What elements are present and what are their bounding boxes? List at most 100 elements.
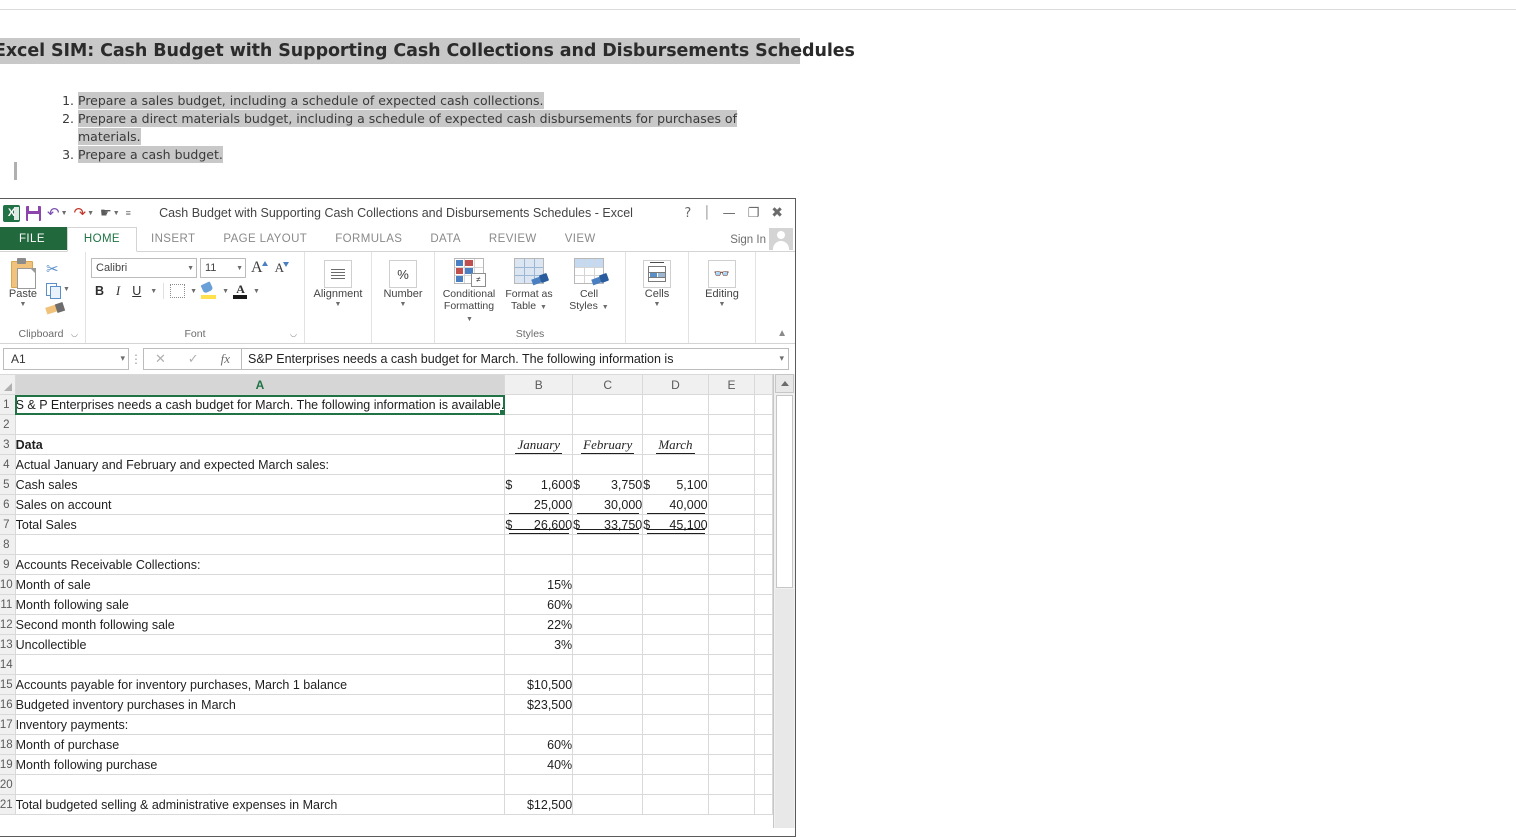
format-painter-button[interactable] bbox=[46, 301, 76, 318]
cell-b20[interactable] bbox=[504, 774, 574, 795]
cell-a5[interactable]: Cash sales bbox=[14, 474, 506, 495]
cell-a8[interactable] bbox=[14, 534, 506, 555]
cell-f8[interactable] bbox=[754, 534, 773, 555]
cell-e2[interactable] bbox=[707, 414, 756, 435]
cell-c12[interactable] bbox=[572, 614, 644, 635]
row-header-12[interactable]: 12 bbox=[0, 614, 16, 635]
cell-a17[interactable]: Inventory payments: bbox=[14, 714, 506, 735]
cell-e13[interactable] bbox=[707, 634, 756, 655]
cell-c13[interactable] bbox=[572, 634, 644, 655]
cell-b5[interactable]: $1,600 bbox=[504, 474, 574, 495]
cell-b13[interactable]: 3% bbox=[504, 634, 574, 655]
cell-b11[interactable]: 60% bbox=[504, 594, 574, 615]
row-header-16[interactable]: 16 bbox=[0, 694, 16, 715]
underline-button[interactable]: U bbox=[128, 282, 145, 300]
cell-f12[interactable] bbox=[754, 614, 773, 635]
cell-a18[interactable]: Month of purchase bbox=[14, 734, 506, 755]
name-box-input[interactable]: A1 ▾ bbox=[3, 347, 129, 370]
help-icon[interactable]: ? bbox=[684, 207, 691, 220]
cell-c21[interactable] bbox=[572, 794, 644, 815]
cell-d7[interactable]: $45,100 bbox=[642, 514, 709, 535]
alignment-button[interactable]: Alignment ▼ bbox=[310, 256, 366, 309]
cell-b16[interactable]: $23,500 bbox=[504, 694, 574, 715]
format-as-table-button[interactable]: Format as Table ▼ bbox=[500, 258, 558, 312]
borders-caret-icon[interactable]: ▼ bbox=[190, 288, 197, 295]
tab-file[interactable]: FILE bbox=[0, 227, 67, 251]
borders-icon[interactable] bbox=[170, 284, 186, 298]
cell-b15[interactable]: $10,500 bbox=[504, 674, 574, 695]
tab-page-layout[interactable]: PAGE LAYOUT bbox=[209, 228, 321, 251]
decrease-font-size-button[interactable]: A bbox=[273, 260, 291, 276]
row-header-9[interactable]: 9 bbox=[0, 554, 16, 575]
cell-f11[interactable] bbox=[754, 594, 773, 615]
cell-a9[interactable]: Accounts Receivable Collections: bbox=[14, 554, 506, 575]
scrollbar-track[interactable] bbox=[775, 589, 794, 828]
cell-a3[interactable]: Data bbox=[14, 434, 506, 455]
row-header-6[interactable]: 6 bbox=[0, 494, 16, 515]
row-header-3[interactable]: 3 bbox=[0, 434, 16, 455]
column-header-c[interactable]: C bbox=[572, 374, 644, 395]
cell-d20[interactable] bbox=[642, 774, 709, 795]
cell-b8[interactable] bbox=[504, 534, 574, 555]
tab-insert[interactable]: INSERT bbox=[137, 228, 209, 251]
cell-c9[interactable] bbox=[572, 554, 644, 575]
cell-a10[interactable]: Month of sale bbox=[14, 574, 506, 595]
cell-a4[interactable]: Actual January and February and expected… bbox=[14, 454, 506, 475]
cell-a2[interactable] bbox=[14, 414, 506, 435]
cell-b1[interactable] bbox=[504, 394, 574, 415]
cell-d5[interactable]: $5,100 bbox=[642, 474, 709, 495]
cell-c6[interactable]: 30,000 bbox=[572, 494, 644, 515]
fill-color-icon[interactable] bbox=[200, 281, 217, 299]
cell-b3[interactable]: January bbox=[504, 434, 574, 455]
cell-b12[interactable]: 22% bbox=[504, 614, 574, 635]
row-header-11[interactable]: 11 bbox=[0, 594, 16, 615]
fill-color-caret-icon[interactable]: ▼ bbox=[222, 288, 229, 295]
row-header-8[interactable]: 8 bbox=[0, 534, 16, 555]
customize-qat-icon[interactable]: ≡ bbox=[124, 202, 133, 224]
cell-e4[interactable] bbox=[707, 454, 756, 475]
tab-view[interactable]: VIEW bbox=[551, 228, 610, 251]
tab-data[interactable]: DATA bbox=[416, 228, 475, 251]
save-icon[interactable] bbox=[24, 202, 43, 224]
cut-button[interactable]: ✂ bbox=[46, 261, 76, 278]
cell-b21[interactable]: $12,500 bbox=[504, 794, 574, 815]
cell-c20[interactable] bbox=[572, 774, 644, 795]
cell-d12[interactable] bbox=[642, 614, 709, 635]
cell-e21[interactable] bbox=[707, 794, 756, 815]
italic-button[interactable]: I bbox=[112, 282, 124, 300]
cell-a13[interactable]: Uncollectible bbox=[14, 634, 506, 655]
cells-button[interactable]: Cells ▼ bbox=[631, 256, 683, 309]
cell-f6[interactable] bbox=[754, 494, 773, 515]
cell-b19[interactable]: 40% bbox=[504, 754, 574, 775]
cell-c5[interactable]: $3,750 bbox=[572, 474, 644, 495]
cell-e12[interactable] bbox=[707, 614, 756, 635]
tab-review[interactable]: REVIEW bbox=[475, 228, 551, 251]
font-dialog-launcher-icon[interactable]: ◡ bbox=[290, 327, 297, 341]
row-header-2[interactable]: 2 bbox=[0, 414, 16, 435]
cell-b9[interactable] bbox=[504, 554, 574, 575]
cell-c14[interactable] bbox=[572, 654, 644, 675]
cell-d9[interactable] bbox=[642, 554, 709, 575]
cell-d17[interactable] bbox=[642, 714, 709, 735]
row-header-17[interactable]: 17 bbox=[0, 714, 16, 735]
cell-b10[interactable]: 15% bbox=[504, 574, 574, 595]
font-size-caret-icon[interactable]: ▼ bbox=[233, 265, 243, 272]
row-header-19[interactable]: 19 bbox=[0, 754, 16, 775]
touch-mode-icon[interactable]: ☛ ▼ bbox=[98, 202, 122, 224]
cell-c11[interactable] bbox=[572, 594, 644, 615]
cell-e17[interactable] bbox=[707, 714, 756, 735]
close-icon[interactable]: ✖ bbox=[771, 206, 783, 220]
scroll-up-button[interactable] bbox=[775, 374, 794, 393]
font-name-input[interactable]: Calibri ▼ bbox=[91, 258, 197, 278]
cell-f10[interactable] bbox=[754, 574, 773, 595]
cell-e20[interactable] bbox=[707, 774, 756, 795]
cell-e1[interactable] bbox=[707, 394, 756, 415]
row-header-1[interactable]: 1 bbox=[0, 394, 16, 415]
scrollbar-thumb[interactable] bbox=[776, 395, 793, 588]
row-header-18[interactable]: 18 bbox=[0, 734, 16, 755]
cell-c7[interactable]: $33,750 bbox=[572, 514, 644, 535]
cell-e19[interactable] bbox=[707, 754, 756, 775]
cell-b7[interactable]: $26,600 bbox=[504, 514, 574, 535]
copy-button[interactable]: ▼ bbox=[46, 281, 76, 299]
cell-d21[interactable] bbox=[642, 794, 709, 815]
